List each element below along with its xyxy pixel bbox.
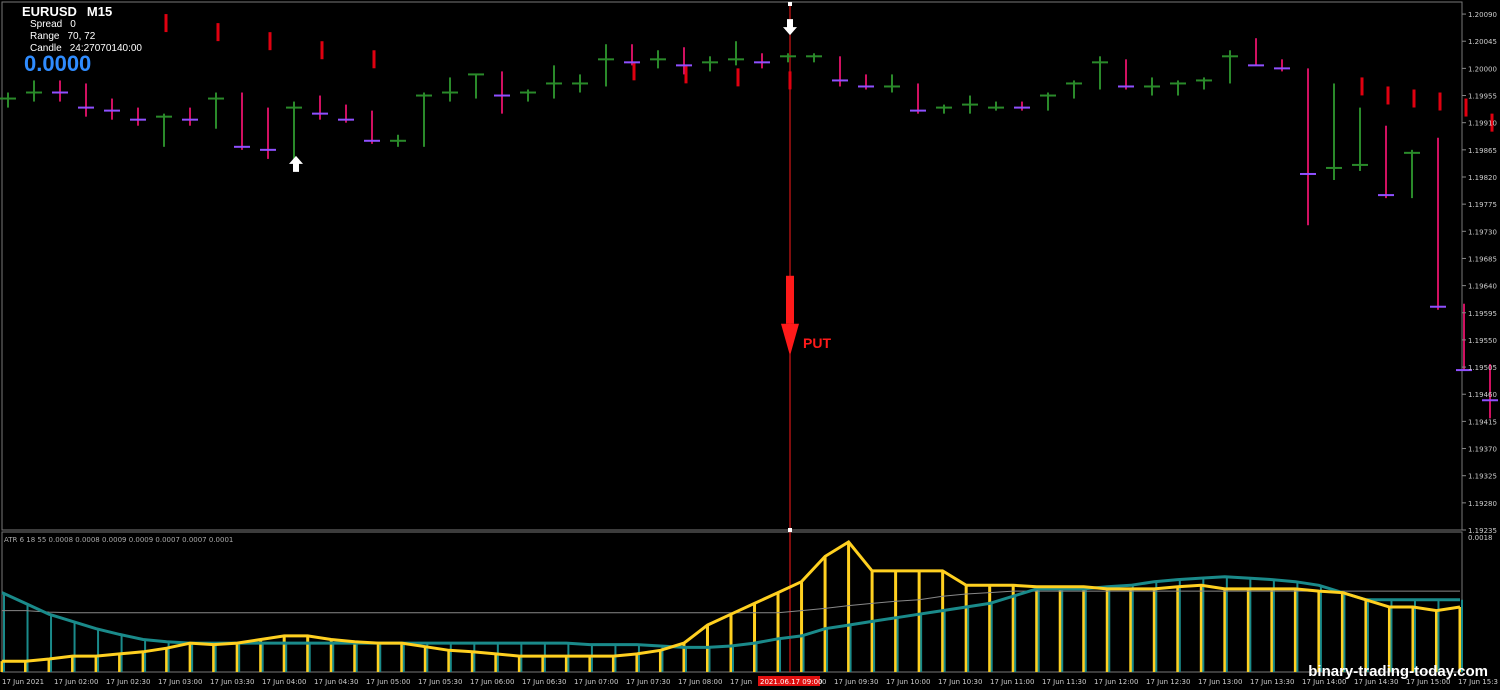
- time-axis-label: 17 Jun 05:00: [366, 678, 410, 686]
- watermark: binary-trading-today.com: [1308, 663, 1488, 680]
- price-axis-label: 1.19325: [1468, 473, 1497, 481]
- time-axis-label: 17 Jun 08:00: [678, 678, 722, 686]
- time-axis-label: 17 Jun 02:30: [106, 678, 150, 686]
- time-axis-label: 17 Jun 13:30: [1250, 678, 1294, 686]
- chart-canvas[interactable]: PUT 1.20090 1.20045 1.20000 1.19955 1.19910 1…: [0, 0, 1500, 690]
- time-axis-label: 17 Jun 13:00: [1198, 678, 1242, 686]
- price-axis-label: 1.20090: [1468, 11, 1497, 19]
- timeframe-label: M15: [86, 4, 113, 19]
- atr-indicator-label: ATR 6 18 55 0.0008 0.0008 0.0009 0.0009 …: [4, 536, 234, 544]
- price-axis-label: 1.19955: [1468, 93, 1497, 101]
- time-axis-label: 17 Jun 07:30: [626, 678, 670, 686]
- spread-value: 0: [70, 19, 76, 30]
- price-axis-label: 1.19775: [1468, 201, 1497, 209]
- time-axis-label: 17 Jun 02:00: [54, 678, 98, 686]
- time-axis-label: 17 Jun: [730, 678, 752, 686]
- price-axis-label: 1.19730: [1468, 228, 1497, 236]
- time-axis-label: 17 Jun 11:30: [1042, 678, 1086, 686]
- put-label: PUT: [803, 335, 831, 351]
- price-axis-label: 1.19280: [1468, 500, 1497, 508]
- time-axis-label: 17 Jun 12:30: [1146, 678, 1190, 686]
- price-axis-label: 1.19460: [1468, 391, 1497, 399]
- price-axis-label: 1.20045: [1468, 38, 1497, 46]
- range-row: Range 70, 72: [30, 31, 95, 42]
- atr-axis-label: 0.0018: [1468, 534, 1493, 542]
- symbol-name: EURUSD: [22, 4, 77, 19]
- price-axis-label: 1.19685: [1468, 255, 1497, 263]
- price-axis-label: 1.19910: [1468, 120, 1497, 128]
- range-label: Range: [30, 31, 60, 42]
- price-axis-label: 1.19370: [1468, 446, 1497, 454]
- price-axis-label: 1.19595: [1468, 310, 1497, 318]
- price-axis-label: 1.19640: [1468, 283, 1497, 291]
- time-axis-label: 17 Jun 04:30: [314, 678, 358, 686]
- time-axis-label: 17 Jun 03:30: [210, 678, 254, 686]
- time-axis-label: 17 Jun 09:30: [834, 678, 878, 686]
- time-axis-label: 17 Jun 05:30: [418, 678, 462, 686]
- price-axis-label: 1.19550: [1468, 337, 1497, 345]
- time-axis-label: 17 Jun 12:00: [1094, 678, 1138, 686]
- price-axis-label: 1.19415: [1468, 418, 1497, 426]
- time-axis-label: 17 Jun 11:00: [990, 678, 1034, 686]
- time-highlight-label: 2021.06.17 09:00: [760, 678, 822, 686]
- time-axis-label: 17 Jun 04:00: [262, 678, 306, 686]
- symbol-title: EURUSD M15: [22, 4, 112, 19]
- price-axis-label: 1.19505: [1468, 364, 1497, 372]
- spread-label: Spread: [30, 19, 63, 30]
- price-axis-label: 1.19820: [1468, 174, 1497, 182]
- signal-line-top-marker: [788, 2, 792, 6]
- time-axis-label: 17 Jun 06:30: [522, 678, 566, 686]
- time-axis-label: 17 Jun 07:00: [574, 678, 618, 686]
- time-axis-label: 17 Jun 2021: [2, 678, 44, 686]
- spread-row: Spread 0: [30, 19, 76, 30]
- big-value-display: 0.0000: [24, 51, 92, 76]
- range-value: 70, 72: [67, 31, 96, 42]
- time-axis-label: 17 Jun 10:30: [938, 678, 982, 686]
- time-axis-label: 17 Jun 06:00: [470, 678, 514, 686]
- time-axis-label: 17 Jun 03:00: [158, 678, 202, 686]
- time-axis-label: 17 Jun 10:00: [886, 678, 930, 686]
- price-axis-label: 1.20000: [1468, 65, 1497, 73]
- put-arrow-shaft: [786, 275, 794, 324]
- price-axis-label: 1.19865: [1468, 147, 1497, 155]
- signal-line-mid-marker: [788, 528, 792, 532]
